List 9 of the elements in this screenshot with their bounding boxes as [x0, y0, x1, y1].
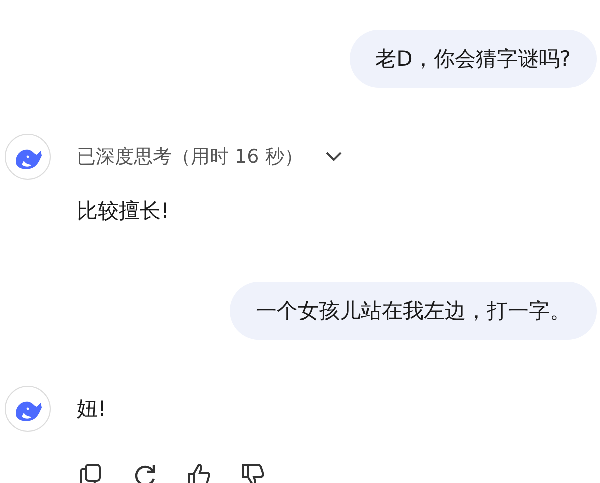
user-message: 老D，你会猜字谜吗? [350, 30, 597, 88]
thumbs-up-icon[interactable] [186, 462, 212, 483]
thinking-status: 已深度思考（用时 16 秒） [77, 145, 304, 170]
assistant-message: 比较擅长! [77, 198, 170, 225]
chevron-down-icon[interactable] [325, 151, 344, 163]
copy-icon[interactable] [78, 462, 104, 483]
user-message: 一个女孩儿站在我左边，打一字。 [230, 282, 597, 340]
thumbs-down-icon[interactable] [240, 462, 266, 483]
assistant-message: 妞! [77, 396, 106, 423]
